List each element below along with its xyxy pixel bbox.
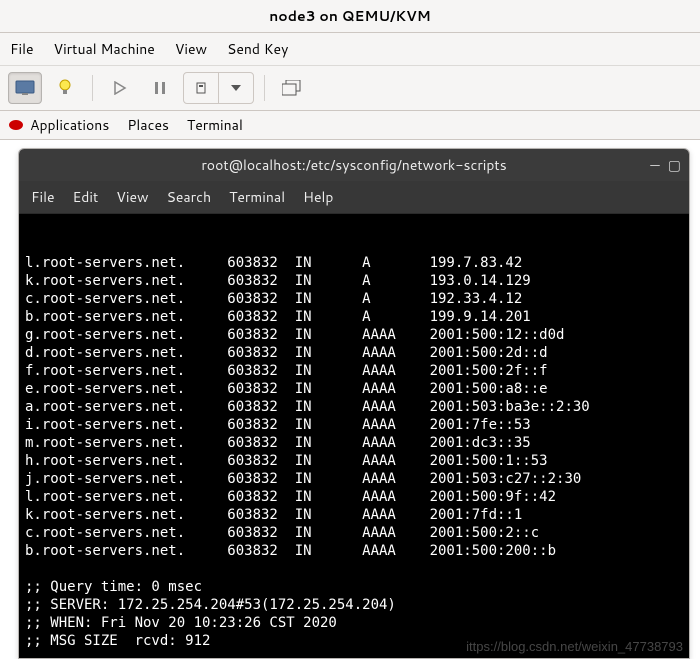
dropdown-arrow[interactable]	[219, 73, 253, 103]
monitor-icon	[15, 80, 35, 96]
term-menu-file[interactable]: File	[31, 187, 55, 207]
term-menu-view[interactable]: View	[116, 187, 148, 207]
power-icon	[194, 81, 208, 95]
dns-record-line: l.root-servers.net. 603832 IN A 199.7.83…	[25, 254, 683, 272]
minimize-icon[interactable]: —	[650, 155, 659, 175]
panel-places[interactable]: Places	[127, 115, 169, 135]
dns-record-line: d.root-servers.net. 603832 IN AAAA 2001:…	[25, 344, 683, 362]
outer-menubar: File Virtual Machine View Send Key	[0, 33, 700, 66]
dns-record-line: e.root-servers.net. 603832 IN AAAA 2001:…	[25, 380, 683, 398]
terminal-window: root@localhost:/etc/sysconfig/network-sc…	[18, 148, 690, 659]
dns-record-line: k.root-servers.net. 603832 IN AAAA 2001:…	[25, 506, 683, 524]
info-button[interactable]	[48, 72, 82, 104]
dig-footer-line: ;; WHEN: Fri Nov 20 10:23:26 CST 2020	[25, 614, 683, 632]
panel-applications[interactable]: Applications	[30, 115, 109, 135]
fullscreen-icon	[282, 80, 302, 96]
dns-record-line: g.root-servers.net. 603832 IN AAAA 2001:…	[25, 326, 683, 344]
play-icon	[113, 81, 127, 95]
term-menu-search[interactable]: Search	[167, 187, 212, 207]
redhat-icon	[8, 117, 24, 133]
shutdown-dropdown[interactable]	[183, 72, 254, 104]
dns-record-line: a.root-servers.net. 603832 IN AAAA 2001:…	[25, 398, 683, 416]
console-button[interactable]	[8, 72, 42, 104]
power-button[interactable]	[184, 73, 218, 103]
pause-button[interactable]	[143, 72, 177, 104]
fullscreen-button[interactable]	[275, 72, 309, 104]
term-menu-terminal[interactable]: Terminal	[229, 187, 285, 207]
toolbar-divider-2	[264, 75, 265, 101]
dns-record-line: b.root-servers.net. 603832 IN A 199.9.14…	[25, 308, 683, 326]
dns-record-line: i.root-servers.net. 603832 IN AAAA 2001:…	[25, 416, 683, 434]
play-button[interactable]	[103, 72, 137, 104]
dns-record-line: k.root-servers.net. 603832 IN A 193.0.14…	[25, 272, 683, 290]
pause-icon	[153, 81, 167, 95]
dns-record-line: f.root-servers.net. 603832 IN AAAA 2001:…	[25, 362, 683, 380]
toolbar-divider	[92, 75, 93, 101]
menu-view[interactable]: View	[175, 39, 207, 59]
dns-record-line: j.root-servers.net. 603832 IN AAAA 2001:…	[25, 470, 683, 488]
term-menu-help[interactable]: Help	[303, 187, 333, 207]
terminal-output[interactable]: l.root-servers.net. 603832 IN A 199.7.83…	[19, 214, 689, 658]
terminal-titlebar[interactable]: root@localhost:/etc/sysconfig/network-sc…	[19, 149, 689, 181]
watermark: ittps://blog.csdn.net/weixin_47738793	[466, 638, 683, 656]
toolbar	[0, 66, 700, 111]
window-title: node3 on QEMU/KVM	[0, 0, 700, 33]
dig-footer-line: ;; Query time: 0 msec	[25, 578, 683, 596]
dns-record-line: c.root-servers.net. 603832 IN A 192.33.4…	[25, 290, 683, 308]
window-title-text: node3 on QEMU/KVM	[269, 6, 431, 26]
dns-record-line: l.root-servers.net. 603832 IN AAAA 2001:…	[25, 488, 683, 506]
menu-virtual-machine[interactable]: Virtual Machine	[54, 39, 155, 59]
maximize-icon[interactable]: ▢	[668, 155, 681, 175]
dns-record-line: b.root-servers.net. 603832 IN AAAA 2001:…	[25, 542, 683, 560]
lightbulb-icon	[57, 78, 73, 98]
dns-record-line: c.root-servers.net. 603832 IN AAAA 2001:…	[25, 524, 683, 542]
menu-send-key[interactable]: Send Key	[227, 39, 288, 59]
dig-footer-line: ;; SERVER: 172.25.254.204#53(172.25.254.…	[25, 596, 683, 614]
terminal-title: root@localhost:/etc/sysconfig/network-sc…	[29, 155, 679, 175]
panel-terminal[interactable]: Terminal	[187, 115, 243, 135]
menu-file[interactable]: File	[10, 39, 34, 59]
chevron-down-icon	[231, 85, 241, 91]
dns-record-line: h.root-servers.net. 603832 IN AAAA 2001:…	[25, 452, 683, 470]
gnome-panel: Applications Places Terminal	[0, 111, 700, 140]
terminal-menubar: File Edit View Search Terminal Help	[19, 181, 689, 214]
dns-record-line: m.root-servers.net. 603832 IN AAAA 2001:…	[25, 434, 683, 452]
term-menu-edit[interactable]: Edit	[73, 187, 99, 207]
